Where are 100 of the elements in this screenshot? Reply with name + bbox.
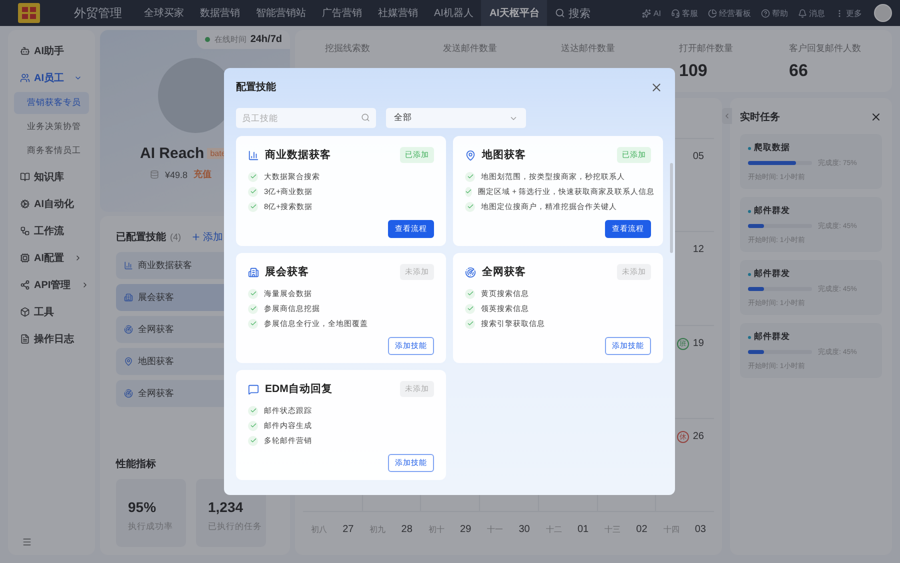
lunar-date: 初九 bbox=[370, 524, 386, 535]
sidebar-item[interactable]: AI助手 bbox=[14, 38, 89, 63]
check-icon bbox=[466, 320, 474, 327]
toolbar-link[interactable]: AI bbox=[642, 8, 661, 18]
online-value: 24h/7d bbox=[250, 34, 282, 45]
stat-value: 66 bbox=[789, 61, 809, 81]
add-link[interactable]: 添加 bbox=[191, 230, 223, 244]
sidebar-item[interactable]: AI自动化 bbox=[14, 191, 89, 216]
stat-label: 发送邮件数量 bbox=[443, 42, 498, 55]
task-name: 爬取数据 bbox=[754, 142, 790, 154]
stat-label: 打开邮件数量 bbox=[679, 42, 734, 55]
nav-tab[interactable]: 数据营销 bbox=[192, 0, 248, 26]
calendar-day[interactable]: 19 bbox=[692, 338, 704, 348]
nav-tab[interactable]: AI机器人 bbox=[426, 0, 482, 26]
calendar-day[interactable]: 01 bbox=[577, 524, 589, 535]
section-title: 已配置技能 bbox=[116, 230, 166, 244]
skill-title: 全网获客 bbox=[482, 265, 526, 279]
nav-tab[interactable]: 外贸管理 bbox=[66, 0, 130, 26]
sidebar-subitem[interactable]: 业务决策协管 bbox=[14, 116, 89, 138]
check-icon bbox=[250, 422, 256, 429]
section-title: 性能指标 bbox=[116, 458, 156, 471]
chevron-right-icon bbox=[74, 254, 82, 262]
close-icon[interactable] bbox=[870, 111, 882, 123]
sidebar-icon bbox=[20, 72, 30, 82]
calendar-day[interactable]: 12 bbox=[692, 244, 704, 256]
nav-tab[interactable]: 全球买家 bbox=[136, 0, 192, 26]
search-field[interactable]: 员工技能 bbox=[236, 108, 376, 128]
calendar-day[interactable]: 05 bbox=[692, 151, 704, 162]
panel-title: 实时任务 bbox=[740, 110, 780, 124]
calendar-day[interactable]: 29 bbox=[460, 524, 472, 535]
check-icon bbox=[250, 173, 256, 180]
stat-label: 挖掘线索数 bbox=[325, 42, 371, 55]
filter-select[interactable]: 全部 bbox=[386, 108, 526, 128]
menu-icon[interactable] bbox=[22, 537, 32, 547]
skill-icon bbox=[124, 293, 133, 302]
nav-tab[interactable]: 社媒营销 bbox=[370, 0, 426, 26]
toolbar-icon bbox=[708, 8, 717, 18]
calendar-day[interactable]: 02 bbox=[636, 524, 648, 535]
stat-value: 109 bbox=[679, 61, 708, 81]
skill-icon bbox=[465, 266, 476, 278]
balance: ¥49.8 bbox=[165, 170, 188, 180]
nav-tab[interactable]: AI天枢平台 bbox=[481, 0, 548, 26]
sidebar-item[interactable]: 操作日志 bbox=[14, 326, 89, 351]
sidebar-icon bbox=[20, 46, 30, 56]
online-dot bbox=[205, 37, 210, 42]
toolbar-link[interactable]: 消息 bbox=[798, 8, 825, 18]
dialog-title: 配置技能 bbox=[236, 80, 276, 94]
skill-icon bbox=[465, 150, 476, 160]
toolbar-link[interactable]: 帮助 bbox=[761, 8, 788, 18]
check-icon bbox=[465, 188, 472, 195]
calendar-day[interactable]: 03 bbox=[694, 524, 706, 535]
calendar-day[interactable]: 27 bbox=[342, 524, 354, 535]
toolbar-link[interactable]: 经营看板 bbox=[708, 8, 751, 18]
nav-tab[interactable]: 广告营销 bbox=[314, 0, 370, 26]
sidebar-item[interactable]: 工具 bbox=[14, 299, 89, 324]
check-icon bbox=[250, 203, 256, 210]
check-icon bbox=[466, 305, 474, 312]
search-link[interactable]: 搜索 bbox=[555, 6, 590, 20]
stat-label: 客户回复邮件人数 bbox=[789, 42, 862, 55]
sidebar-item[interactable]: 工作流 bbox=[14, 218, 89, 243]
check-icon bbox=[250, 437, 256, 444]
skill-icon bbox=[124, 389, 133, 398]
skill-icon bbox=[248, 384, 259, 394]
check-icon bbox=[466, 203, 474, 210]
sidebar-item[interactable]: 知识库 bbox=[14, 164, 89, 189]
check-icon bbox=[466, 173, 474, 180]
sidebar-icon bbox=[20, 306, 30, 316]
sidebar-icon bbox=[20, 252, 30, 262]
skill-icon bbox=[248, 266, 259, 278]
skill-icon bbox=[248, 150, 259, 160]
task-name: 邮件群发 bbox=[754, 205, 790, 217]
search-icon bbox=[361, 113, 370, 122]
sidebar-icon bbox=[20, 172, 30, 182]
sidebar-subitem[interactable]: 营销获客专员 bbox=[14, 92, 89, 114]
sidebar-subitem[interactable]: 商务客情员工 bbox=[14, 140, 89, 162]
calendar-day[interactable]: 30 bbox=[518, 524, 530, 535]
check-icon bbox=[250, 320, 256, 327]
plus-icon bbox=[191, 232, 201, 242]
check-icon bbox=[250, 305, 256, 312]
skill-count: (4) bbox=[170, 232, 181, 242]
logo-icon[interactable] bbox=[18, 3, 40, 23]
toolbar-icon bbox=[671, 8, 680, 18]
skill-icon bbox=[124, 325, 133, 334]
sidebar-item[interactable]: AI配置 bbox=[14, 245, 89, 270]
avatar[interactable] bbox=[874, 4, 892, 22]
toolbar-link[interactable]: 客服 bbox=[671, 8, 698, 18]
sidebar-item[interactable]: API管理 bbox=[14, 272, 89, 297]
close-icon[interactable] bbox=[650, 80, 663, 94]
sidebar-icon bbox=[20, 280, 30, 290]
task-name: 邮件群发 bbox=[754, 331, 790, 343]
toolbar-link[interactable]: 更多 bbox=[835, 8, 862, 18]
skill-icon bbox=[124, 261, 133, 270]
check-icon bbox=[466, 290, 474, 297]
calendar-day[interactable]: 26 bbox=[692, 430, 704, 442]
status-dot bbox=[748, 336, 751, 338]
sidebar-item[interactable]: AI员工 bbox=[14, 65, 89, 90]
lunar-date: 初八 bbox=[311, 524, 327, 535]
check-icon bbox=[250, 290, 256, 297]
calendar-day[interactable]: 28 bbox=[401, 524, 412, 535]
nav-tab[interactable]: 智能营销站 bbox=[248, 0, 314, 26]
